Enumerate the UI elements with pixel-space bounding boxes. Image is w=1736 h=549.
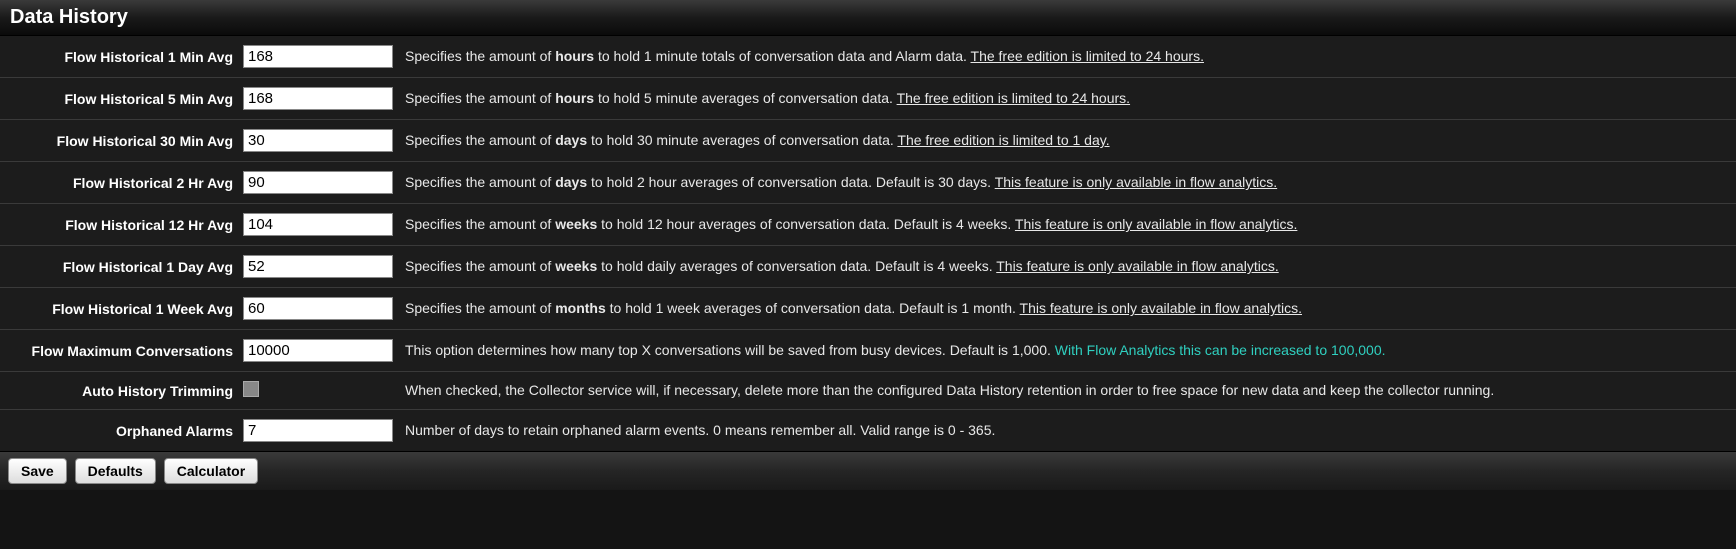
input-flow-1day[interactable] (243, 255, 393, 278)
desc-text: Specifies the amount of (405, 216, 555, 232)
input-flow-5min[interactable] (243, 87, 393, 110)
row-flow-1week: Flow Historical 1 Week Avg Specifies the … (0, 288, 1736, 330)
desc-text: to hold 1 week averages of conversation … (606, 300, 1020, 316)
input-cell (243, 171, 395, 194)
desc-text: to hold 1 minute totals of conversation … (594, 48, 970, 64)
desc-link[interactable]: This feature is only available in flow a… (1015, 216, 1297, 232)
checkbox-auto-trimming[interactable] (243, 381, 259, 397)
label-flow-30min: Flow Historical 30 Min Avg (8, 133, 233, 149)
desc-orphaned-alarms: Number of days to retain orphaned alarm … (405, 421, 995, 439)
desc-text: Specifies the amount of (405, 300, 555, 316)
desc-text: Specifies the amount of (405, 48, 555, 64)
desc-flow-12hr: Specifies the amount of weeks to hold 12… (405, 215, 1297, 233)
desc-max-conversations: This option determines how many top X co… (405, 341, 1386, 359)
label-flow-1day: Flow Historical 1 Day Avg (8, 259, 233, 275)
input-flow-12hr[interactable] (243, 213, 393, 236)
input-max-conversations[interactable] (243, 339, 393, 362)
desc-link[interactable]: The free edition is limited to 24 hours. (971, 48, 1204, 64)
desc-link[interactable]: This feature is only available in flow a… (995, 174, 1277, 190)
desc-bold: months (555, 300, 606, 316)
label-flow-1min: Flow Historical 1 Min Avg (8, 49, 233, 65)
desc-flow-1day: Specifies the amount of weeks to hold da… (405, 257, 1279, 275)
input-cell (243, 213, 395, 236)
desc-bold: hours (555, 48, 594, 64)
desc-bold: weeks (555, 216, 597, 232)
desc-bold: days (555, 174, 587, 190)
desc-text: Specifies the amount of (405, 258, 555, 274)
desc-text: to hold 5 minute averages of conversatio… (594, 90, 897, 106)
input-flow-1min[interactable] (243, 45, 393, 68)
input-cell (243, 87, 395, 110)
footer-bar: Save Defaults Calculator (0, 451, 1736, 490)
label-flow-12hr: Flow Historical 12 Hr Avg (8, 217, 233, 233)
desc-link[interactable]: This feature is only available in flow a… (1020, 300, 1302, 316)
desc-text: Specifies the amount of (405, 90, 555, 106)
desc-text: Specifies the amount of (405, 174, 555, 190)
label-flow-2hr: Flow Historical 2 Hr Avg (8, 175, 233, 191)
row-auto-trimming: Auto History Trimming When checked, the … (0, 372, 1736, 410)
desc-link[interactable]: The free edition is limited to 1 day. (897, 132, 1109, 148)
desc-text: This option determines how many top X co… (405, 342, 1055, 358)
input-orphaned-alarms[interactable] (243, 419, 393, 442)
input-flow-2hr[interactable] (243, 171, 393, 194)
row-flow-1day: Flow Historical 1 Day Avg Specifies the a… (0, 246, 1736, 288)
row-max-conversations: Flow Maximum Conversations This option d… (0, 330, 1736, 372)
desc-flow-2hr: Specifies the amount of days to hold 2 h… (405, 173, 1277, 191)
row-flow-12hr: Flow Historical 12 Hr Avg Specifies the a… (0, 204, 1736, 246)
desc-bold: days (555, 132, 587, 148)
desc-auto-trimming: When checked, the Collector service will… (405, 381, 1494, 399)
desc-bold: hours (555, 90, 594, 106)
label-flow-5min: Flow Historical 5 Min Avg (8, 91, 233, 107)
defaults-button[interactable]: Defaults (75, 458, 156, 484)
row-orphaned-alarms: Orphaned Alarms Number of days to retain… (0, 410, 1736, 451)
desc-flow-30min: Specifies the amount of days to hold 30 … (405, 131, 1110, 149)
label-orphaned-alarms: Orphaned Alarms (8, 423, 233, 439)
desc-link[interactable]: This feature is only available in flow a… (996, 258, 1278, 274)
settings-rows: Flow Historical 1 Min Avg Specifies the a… (0, 36, 1736, 451)
input-cell (243, 45, 395, 68)
desc-text: to hold 12 hour averages of conversation… (597, 216, 1015, 232)
row-flow-2hr: Flow Historical 2 Hr Avg Specifies the am… (0, 162, 1736, 204)
desc-text: to hold 30 minute averages of conversati… (587, 132, 897, 148)
input-cell (243, 297, 395, 320)
row-flow-5min: Flow Historical 5 Min Avg Specifies the a… (0, 78, 1736, 120)
input-flow-30min[interactable] (243, 129, 393, 152)
input-cell (243, 381, 395, 400)
save-button[interactable]: Save (8, 458, 67, 484)
section-header: Data History (0, 0, 1736, 36)
page-title: Data History (10, 6, 1726, 29)
input-cell (243, 255, 395, 278)
desc-bold: weeks (555, 258, 597, 274)
input-cell (243, 129, 395, 152)
label-flow-1week: Flow Historical 1 Week Avg (8, 301, 233, 317)
input-cell (243, 339, 395, 362)
input-cell (243, 419, 395, 442)
label-auto-trimming: Auto History Trimming (8, 383, 233, 399)
desc-link[interactable]: The free edition is limited to 24 hours. (897, 90, 1130, 106)
desc-flow-5min: Specifies the amount of hours to hold 5 … (405, 89, 1130, 107)
desc-text: Specifies the amount of (405, 132, 555, 148)
desc-text: to hold daily averages of conversation d… (597, 258, 996, 274)
desc-flow-1min: Specifies the amount of hours to hold 1 … (405, 47, 1204, 65)
row-flow-1min: Flow Historical 1 Min Avg Specifies the a… (0, 36, 1736, 78)
input-flow-1week[interactable] (243, 297, 393, 320)
label-max-conversations: Flow Maximum Conversations (8, 343, 233, 359)
desc-text: to hold 2 hour averages of conversation … (587, 174, 995, 190)
desc-flow-1week: Specifies the amount of months to hold 1… (405, 299, 1302, 317)
row-flow-30min: Flow Historical 30 Min Avg Specifies the … (0, 120, 1736, 162)
calculator-button[interactable]: Calculator (164, 458, 258, 484)
desc-teal-link[interactable]: With Flow Analytics this can be increase… (1055, 342, 1386, 358)
